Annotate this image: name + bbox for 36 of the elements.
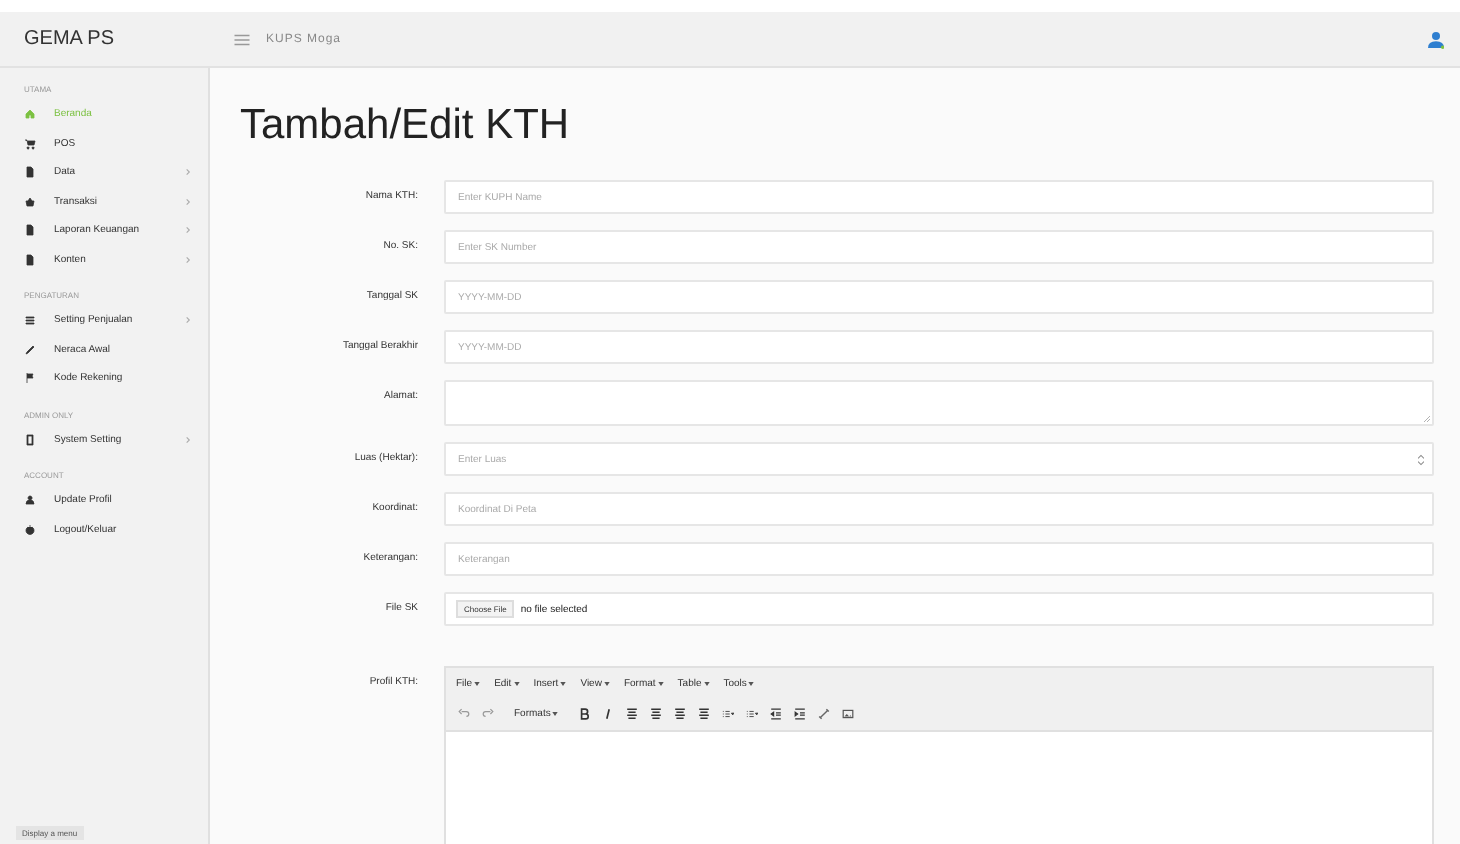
- menu-item-icon: [24, 253, 36, 266]
- brand-name: GEMA PS: [22, 28, 117, 50]
- menu-item-icon: [24, 137, 36, 150]
- menu-item-icon: [24, 224, 36, 237]
- align-icon[interactable]: [650, 708, 663, 720]
- menu-item-icon: [24, 343, 36, 356]
- caret-icon: [748, 681, 755, 685]
- menu-item-icon: [24, 433, 36, 446]
- numbered-list-icon[interactable]: [746, 708, 759, 720]
- caret-icon: [552, 712, 559, 716]
- menu-item-icon: [24, 108, 36, 121]
- bullet-list-icon[interactable]: [722, 708, 735, 720]
- menu-item-icon: [24, 523, 36, 536]
- align-icon[interactable]: [698, 708, 711, 720]
- menu-item-icon: [24, 314, 36, 327]
- caret-icon: [474, 681, 481, 685]
- italic-icon[interactable]: [602, 708, 615, 720]
- menu-item-icon: [24, 372, 36, 385]
- user-icon[interactable]: [1428, 29, 1444, 49]
- caret-icon: [657, 681, 664, 685]
- indent-icon[interactable]: [794, 708, 807, 720]
- menu-item-icon: [24, 166, 36, 179]
- link-icon[interactable]: [818, 708, 831, 720]
- caret-icon: [513, 681, 520, 685]
- resize-grip-icon[interactable]: [1424, 416, 1430, 422]
- caret-icon: [603, 681, 610, 685]
- menu-item-icon: [24, 195, 36, 208]
- image-icon[interactable]: [842, 708, 855, 720]
- align-icon[interactable]: [674, 708, 687, 720]
- outdent-icon[interactable]: [770, 708, 783, 720]
- caret-icon: [703, 681, 710, 685]
- align-icon[interactable]: [626, 708, 639, 720]
- bold-icon[interactable]: [578, 708, 591, 720]
- menu-item-icon: [24, 494, 36, 507]
- caret-icon: [560, 681, 567, 685]
- page-title: Tambah/Edit KTH: [240, 102, 572, 150]
